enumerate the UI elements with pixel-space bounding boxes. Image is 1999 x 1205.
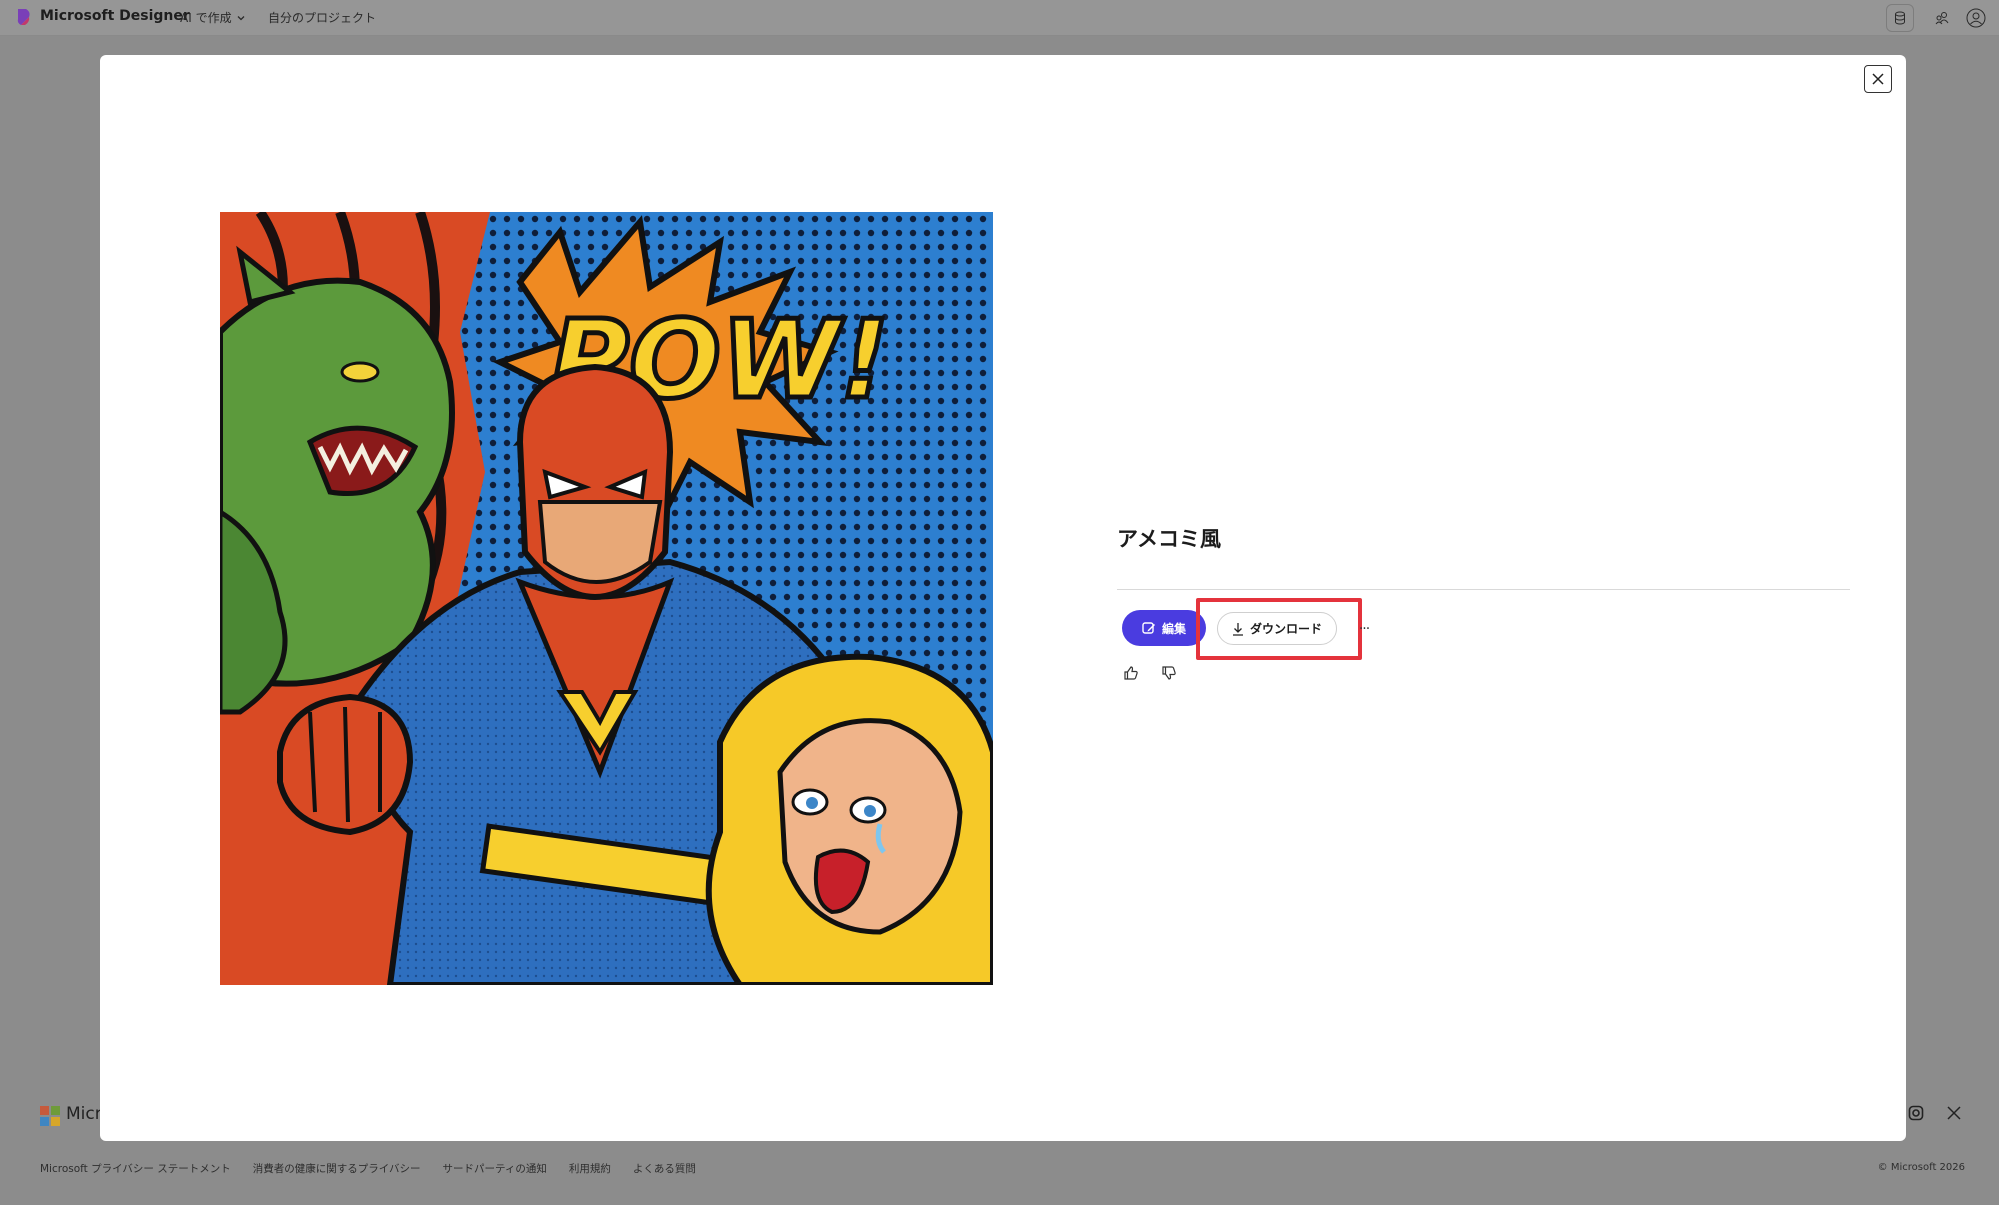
more-options-icon: ··· (1358, 621, 1370, 637)
thumbs-down-icon (1162, 666, 1176, 680)
image-title: アメコミ風 (1117, 527, 1221, 551)
footer-link-health-privacy[interactable]: 消費者の健康に関するプライバシー (253, 1161, 421, 1176)
footer-link-faq[interactable]: よくある質問 (633, 1161, 696, 1176)
more-options-button[interactable]: ··· (1354, 615, 1374, 643)
edit-button[interactable]: 編集 (1122, 610, 1206, 646)
share-button[interactable] (1928, 4, 1956, 32)
create-with-ai-menu[interactable]: AI で作成 (180, 9, 246, 26)
like-button[interactable] (1120, 662, 1142, 684)
image-detail-dialog: POW! アメコミ風 編集 ダウンロード ··· (100, 55, 1906, 1141)
generated-image[interactable]: POW! (220, 212, 993, 985)
close-button[interactable] (1864, 65, 1892, 93)
edit-image-icon (1142, 622, 1155, 634)
top-navigation-bar: Microsoft Designer AI で作成 自分のプロジェクト (0, 0, 1999, 36)
x-twitter-icon[interactable] (1944, 1103, 1964, 1123)
edit-label: 編集 (1162, 621, 1187, 636)
people-icon (1935, 12, 1949, 25)
microsoft-brand-text: Micr (66, 1104, 100, 1124)
comic-artwork: POW! (220, 212, 993, 985)
instagram-icon[interactable] (1906, 1103, 1926, 1123)
thumbs-up-icon (1124, 666, 1138, 680)
divider (1117, 589, 1850, 590)
avatar-icon (1966, 8, 1986, 28)
close-icon (1872, 73, 1884, 85)
create-with-ai-label: AI で作成 (180, 11, 232, 25)
account-button[interactable] (1962, 4, 1990, 32)
footer-links: Microsoft プライバシー ステートメント 消費者の健康に関するプライバシ… (40, 1161, 696, 1176)
dislike-button[interactable] (1158, 662, 1180, 684)
my-projects-link[interactable]: 自分のプロジェクト (268, 9, 376, 26)
footer-link-privacy[interactable]: Microsoft プライバシー ステートメント (40, 1161, 231, 1176)
credits-button[interactable] (1886, 4, 1914, 32)
designer-logo-icon (17, 9, 30, 25)
footer-link-third-party[interactable]: サードパーティの通知 (443, 1161, 547, 1176)
app-name[interactable]: Microsoft Designer (40, 8, 190, 24)
copyright-text: © Microsoft 2026 (1877, 1162, 1965, 1173)
microsoft-logo-icon (40, 1106, 60, 1126)
download-button[interactable]: ダウンロード (1217, 612, 1337, 645)
footer-link-terms[interactable]: 利用規約 (569, 1161, 611, 1176)
download-arrow-icon (1232, 622, 1243, 636)
download-label: ダウンロード (1249, 622, 1322, 636)
coins-icon (1895, 11, 1905, 25)
chevron-down-icon (237, 15, 245, 20)
